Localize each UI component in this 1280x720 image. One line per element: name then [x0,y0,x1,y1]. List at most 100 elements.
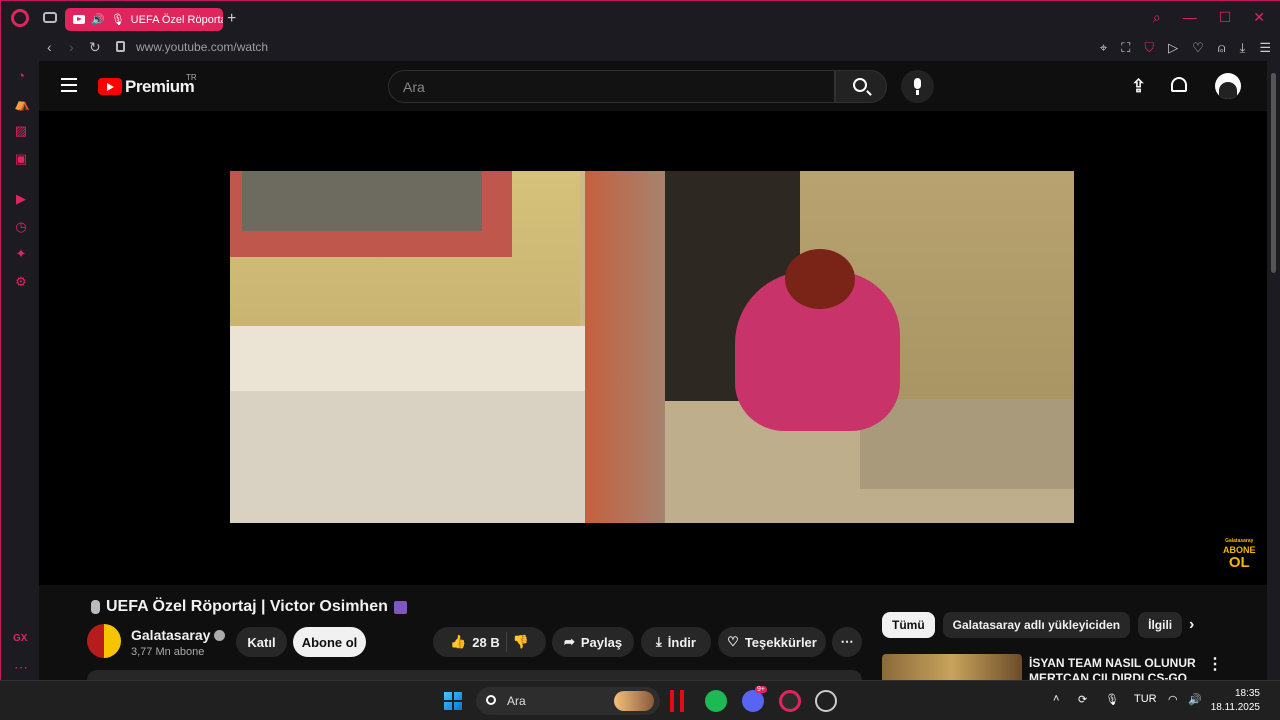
mail-icon[interactable]: ▣ [14,152,28,166]
join-button[interactable]: Katıl [236,627,287,657]
upload-icon[interactable]: ⇪ [1131,76,1146,97]
dislike-icon[interactable]: 👎 [513,634,529,650]
download-icon: ⤓ [656,634,662,649]
avatar[interactable] [1215,73,1241,99]
channel-name[interactable]: Galatasaray [131,627,226,643]
taskbar-search-placeholder: Ara [507,694,526,708]
notifications-icon[interactable] [1171,77,1187,92]
speaker-icon[interactable]: 🔊 [91,13,105,26]
opera-gx-taskbar-icon[interactable] [779,690,801,712]
youtube-page: Premium TR Ara ⇪ Galatasaray ABONE OL UE… [39,61,1267,681]
forward-icon[interactable]: › [69,39,74,55]
reload-icon[interactable]: ↻ [89,39,101,56]
search-tabs-icon[interactable]: ⌕ [1153,9,1161,26]
video-player[interactable]: Galatasaray ABONE OL [39,111,1267,585]
address-bar: ‹ › ↻ www.youtube.com/watch ⌖ ⛶ ⛉ ▷ ♡ ⍝ … [1,35,1280,61]
url-path: /watch [233,40,269,54]
browser-window: 🔊 🎙 UEFA Özel Röportaj + ⌕ — ☐ ✕ ‹ › ↻ w… [0,0,1280,681]
search-highlight-image [614,691,654,711]
chip-from-uploader[interactable]: Galatasaray adlı yükleyiciden [942,612,1131,638]
wifi-icon[interactable]: ◠ [1168,693,1178,706]
maximize-button[interactable]: ☐ [1219,9,1232,26]
video-title: UEFA Özel Röportaj | Victor Osimhen [91,598,407,616]
discord-icon[interactable]: 9+ [742,686,767,712]
verified-icon [214,629,226,641]
download-button[interactable]: ⤓ İndir [641,627,711,657]
spotify-icon[interactable] [705,690,727,712]
recommendation-thumbnail[interactable] [882,654,1022,681]
easy-setup-icon[interactable]: ☰ [1259,40,1271,56]
clapper-emoji-icon [393,600,407,614]
more-icon[interactable]: ⋯ [14,659,28,676]
more-actions-button[interactable]: ⋯ [832,627,862,657]
lock-icon[interactable] [116,41,125,52]
youtube-header: Premium TR Ara ⇪ [39,61,1267,111]
downloads-icon[interactable]: ⤓ [1240,40,1246,56]
menu-icon[interactable] [61,78,77,92]
gx-corner-icon[interactable]: GX [13,633,27,644]
clock[interactable]: 18:35 18.11.2025 [1211,687,1260,715]
netflix-icon[interactable] [670,690,684,712]
volume-icon[interactable]: 🔊 [1188,693,1202,706]
start-icon[interactable] [444,692,462,710]
like-icon[interactable]: 👍 [450,634,466,650]
subscribe-button[interactable]: Abone ol [293,627,366,657]
opera-menu-icon[interactable] [11,9,29,27]
snapshot-icon[interactable]: ⛶ [1121,40,1130,56]
page-scrollbar[interactable] [1267,61,1280,681]
chip-related[interactable]: İlgili [1138,612,1183,638]
history-icon[interactable]: ◷ [14,220,28,234]
recommendation-title[interactable]: İSYAN TEAM NASIL OLUNUR !! MERTCAN ÇILDIR… [1029,656,1199,681]
player-sidebar-icon[interactable]: ▶ [14,192,28,206]
logo-text[interactable]: Premium [125,77,195,97]
back-icon[interactable]: ‹ [47,39,52,55]
like-dislike-group: 👍 28 B 👎 [433,627,546,657]
new-tab-button[interactable]: + [227,10,236,28]
extensions-toolbar: ⌖ ⛶ ⛉ ▷ ♡ ⍝ ⤓ ☰ [1100,40,1271,56]
region-code: TR [186,73,197,82]
channel-avatar[interactable] [87,624,121,658]
subscribe-watermark[interactable]: Galatasaray ABONE OL [1223,537,1256,570]
like-count[interactable]: 28 B [472,635,499,650]
search-button[interactable] [835,70,887,103]
voice-search-button[interactable] [901,70,934,103]
youtube-logo-icon[interactable] [98,78,122,95]
search-placeholder: Ara [403,79,425,95]
scrollbar-thumb[interactable] [1271,73,1276,273]
minimize-button[interactable]: — [1183,9,1197,26]
chevron-right-icon[interactable]: › [1189,616,1194,634]
twitch-icon[interactable]: ▨ [14,124,28,138]
pocket-icon[interactable]: ⛉ [1144,40,1154,56]
close-button[interactable]: ✕ [1253,9,1265,26]
app-taskbar-icon[interactable] [815,690,837,712]
player-icon[interactable]: ▷ [1168,40,1178,56]
url-host: www.youtube.com [136,40,234,54]
language-indicator[interactable]: TUR [1134,693,1157,705]
search-input[interactable]: Ara [388,70,835,103]
heart-icon[interactable]: ♡ [1192,40,1204,56]
share-icon: ➦ [563,634,575,649]
aria-icon[interactable]: ⛺ [14,97,30,111]
profile-icon[interactable]: ⍝ [1218,40,1226,56]
opera-sidebar: ◔ ⛺ ▨ ▣ ▶ ◷ ✦ ⚙ GX ⋯ [1,61,39,681]
speed-dial-icon[interactable]: ◔ [14,69,28,83]
chip-all[interactable]: Tümü [882,612,935,638]
windows-taskbar: Ara 9+ ˄ ⟳ 🎙 TUR ◠ 🔊 18:35 18.11.2025 [0,680,1280,720]
subscriber-count: 3,77 Mn abone [131,646,205,658]
sync-icon[interactable]: ⟳ [1078,693,1087,706]
share-button[interactable]: ➦ Paylaş [552,627,634,657]
tab-manager-icon[interactable] [43,12,57,23]
recommendation-menu-icon[interactable]: ⋮ [1207,654,1223,674]
tab-youtube[interactable]: 🔊 🎙 UEFA Özel Röportaj [65,8,223,31]
microphone-icon[interactable]: 🎙 [1105,693,1119,706]
video-title-text: UEFA Özel Röportaj | Victor Osimhen [106,598,388,615]
thanks-button[interactable]: ♡ Teşekkürler [718,627,826,657]
pin-icon[interactable]: ⌖ [1100,40,1107,56]
show-hidden-icons[interactable]: ˄ [1053,693,1059,705]
youtube-favicon-icon [73,15,85,24]
taskbar-search[interactable]: Ara [476,687,660,715]
settings-icon[interactable]: ⚙ [14,275,28,289]
url-field[interactable]: www.youtube.com/watch [136,40,268,54]
discord-badge: 9+ [755,686,767,693]
extensions-icon[interactable]: ✦ [14,247,28,261]
